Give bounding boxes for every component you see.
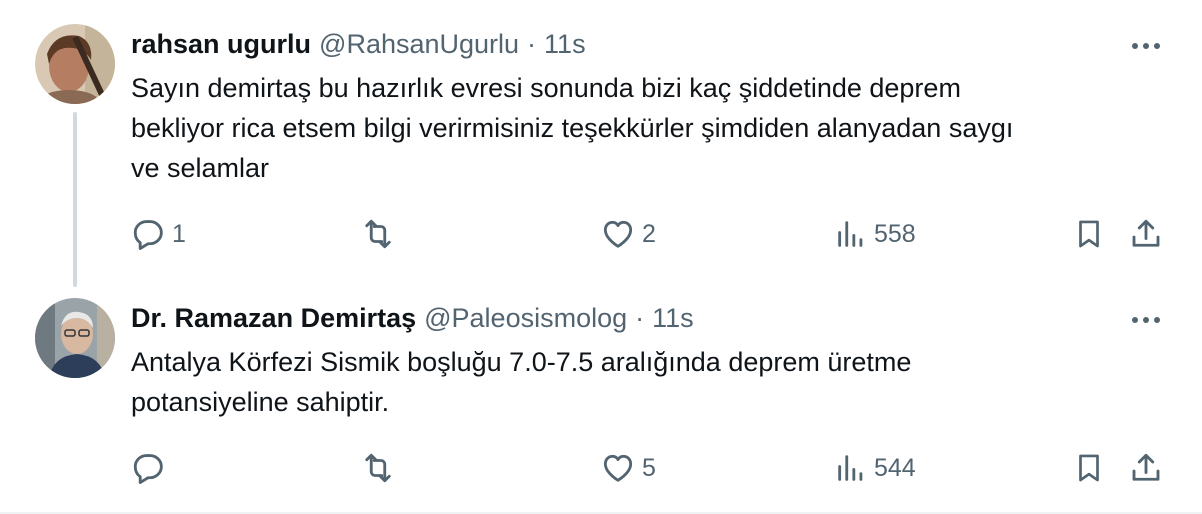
more-options-button[interactable] — [1128, 34, 1164, 58]
user-handle[interactable]: @Paleosismolog — [424, 303, 627, 334]
tweet[interactable]: rahsan ugurlu @RahsanUgurlu · 11s Sayın … — [0, 0, 1202, 287]
like-count: 2 — [642, 219, 656, 248]
share-upload-icon — [1132, 453, 1160, 481]
tweet-text: Antalya Körfezi Sismik boşluğu 7.0-7.5 a… — [131, 347, 912, 417]
tweet-thread: rahsan ugurlu @RahsanUgurlu · 11s Sayın … — [0, 0, 1202, 514]
timestamp[interactable]: 11s — [652, 303, 694, 334]
display-name[interactable]: rahsan ugurlu — [131, 29, 311, 60]
bookmark-button[interactable] — [1072, 448, 1106, 488]
share-button[interactable] — [1128, 448, 1164, 488]
like-count: 5 — [642, 453, 656, 482]
views-button[interactable]: 558 — [834, 214, 916, 254]
reply-button[interactable]: 1 — [130, 214, 186, 254]
more-dots-icon — [1132, 43, 1160, 49]
display-name[interactable]: Dr. Ramazan Demirtaş — [131, 303, 416, 334]
tweet-header: Dr. Ramazan Demirtaş @Paleosismolog · 11… — [131, 302, 694, 334]
avatar-photo — [35, 24, 115, 104]
share-upload-icon — [1132, 219, 1160, 247]
retweet-button[interactable] — [360, 448, 402, 488]
like-button[interactable]: 2 — [600, 214, 656, 254]
tweet[interactable]: Dr. Ramazan Demirtaş @Paleosismolog · 11… — [0, 280, 1202, 514]
avatar[interactable] — [35, 298, 115, 378]
bookmark-icon — [1079, 454, 1099, 482]
speech-bubble-icon — [133, 220, 163, 250]
bar-chart-icon — [838, 221, 863, 247]
bookmark-button[interactable] — [1072, 214, 1106, 254]
speech-bubble-icon — [133, 454, 163, 484]
thread-connector-line — [73, 112, 77, 287]
more-options-button[interactable] — [1128, 308, 1164, 332]
avatar[interactable] — [35, 24, 115, 104]
tweet-actions: 1 2 558 — [0, 214, 1202, 254]
heart-icon — [603, 220, 633, 248]
view-count: 558 — [874, 219, 916, 248]
retweet-arrows-icon — [365, 219, 391, 249]
bookmark-icon — [1079, 220, 1099, 248]
separator-dot: · — [527, 28, 537, 59]
reply-count: 1 — [172, 219, 186, 248]
retweet-button[interactable] — [360, 214, 402, 254]
timestamp[interactable]: 11s — [544, 29, 586, 60]
tweet-header: rahsan ugurlu @RahsanUgurlu · 11s — [131, 28, 586, 60]
bar-chart-icon — [838, 455, 863, 481]
share-button[interactable] — [1128, 214, 1164, 254]
view-count: 544 — [874, 453, 916, 482]
retweet-arrows-icon — [365, 453, 391, 483]
like-button[interactable]: 5 — [600, 448, 656, 488]
user-handle[interactable]: @RahsanUgurlu — [319, 29, 519, 60]
separator-dot: · — [635, 302, 645, 333]
more-dots-icon — [1132, 317, 1160, 323]
tweet-text: Sayın demirtaş bu hazırlık evresi sonund… — [131, 73, 1014, 183]
views-button[interactable]: 544 — [834, 448, 916, 488]
tweet-actions: 5 544 — [0, 448, 1202, 488]
avatar-photo — [35, 298, 115, 378]
reply-button[interactable] — [130, 448, 172, 488]
heart-icon — [603, 454, 633, 482]
